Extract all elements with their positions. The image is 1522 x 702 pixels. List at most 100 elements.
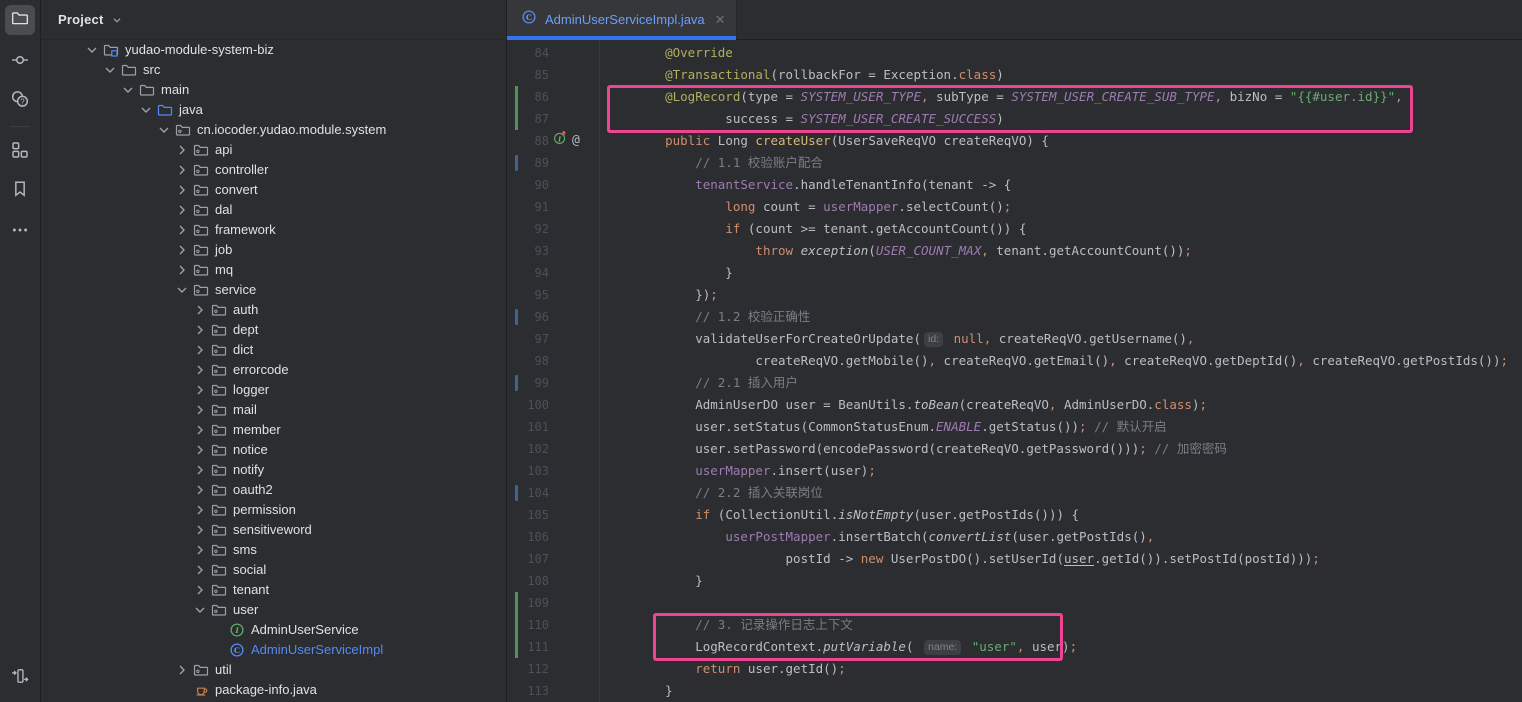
code-line-88[interactable]: 88I@ public Long createUser(UserSaveReqV… [507,130,1522,152]
chevron-right-icon[interactable] [192,442,208,458]
chevron-right-icon[interactable] [192,522,208,538]
line-number[interactable]: 113 [507,680,549,702]
tree-item-mail[interactable]: mail [41,400,506,420]
tree-item-logger[interactable]: logger [41,380,506,400]
implementing-method-icon[interactable]: I [553,130,568,152]
code-line-102[interactable]: 102 user.setPassword(encodePassword(crea… [507,438,1522,460]
code-line-89[interactable]: 89 // 1.1 校验账户配合 [507,152,1522,174]
chevron-right-icon[interactable] [192,302,208,318]
chevron-right-icon[interactable] [174,202,190,218]
line-number[interactable]: 108 [507,570,549,592]
code-line-97[interactable]: 97 validateUserForCreateOrUpdate(id: nul… [507,328,1522,350]
tree-item-social[interactable]: social [41,560,506,580]
line-number[interactable]: 102 [507,438,549,460]
tree-item-adminuserservice[interactable]: IAdminUserService [41,620,506,640]
chevron-down-icon[interactable] [120,82,136,98]
structure-tool-button[interactable] [5,137,35,167]
chevron-right-icon[interactable] [192,362,208,378]
tree-item-mq[interactable]: mq [41,260,506,280]
code-line-96[interactable]: 96 // 1.2 校验正确性 [507,306,1522,328]
line-number[interactable]: 90 [507,174,549,196]
chevron-right-icon[interactable] [192,402,208,418]
code-line-90[interactable]: 90 tenantService.handleTenantInfo(tenant… [507,174,1522,196]
tree-item-util[interactable]: util [41,660,506,680]
line-number[interactable]: 99 [507,372,549,394]
code-line-87[interactable]: 87 success = SYSTEM_USER_CREATE_SUCCESS) [507,108,1522,130]
project-tool-button[interactable] [5,5,35,35]
annotation-gutter-icon[interactable]: @ [572,130,580,152]
code-line-92[interactable]: 92 if (count >= tenant.getAccountCount()… [507,218,1522,240]
tree-item-notify[interactable]: notify [41,460,506,480]
bookmarks-tool-button[interactable] [5,176,35,206]
line-number[interactable]: 88 [507,130,549,152]
chevron-right-icon[interactable] [192,462,208,478]
tree-item-cn-iocoder-yudao-module-system[interactable]: cn.iocoder.yudao.module.system [41,120,506,140]
line-number[interactable]: 94 [507,262,549,284]
line-number[interactable]: 92 [507,218,549,240]
tree-item-src[interactable]: src [41,60,506,80]
line-number[interactable]: 109 [507,592,549,614]
tree-item-dept[interactable]: dept [41,320,506,340]
code-line-94[interactable]: 94 } [507,262,1522,284]
chevron-right-icon[interactable] [174,162,190,178]
line-number[interactable]: 93 [507,240,549,262]
code-line-93[interactable]: 93 throw exception(USER_COUNT_MAX, tenan… [507,240,1522,262]
tree-item-oauth2[interactable]: oauth2 [41,480,506,500]
code-line-108[interactable]: 108 } [507,570,1522,592]
tree-item-adminuserserviceimpl[interactable]: CAdminUserServiceImpl [41,640,506,660]
tree-item-service[interactable]: service [41,280,506,300]
close-icon[interactable]: ✕ [715,13,726,26]
tree-item-framework[interactable]: framework [41,220,506,240]
code-line-86[interactable]: 86 @LogRecord(type = SYSTEM_USER_TYPE, s… [507,86,1522,108]
chevron-down-icon[interactable] [192,602,208,618]
chevron-right-icon[interactable] [192,542,208,558]
code-line-111[interactable]: 111 LogRecordContext.putVariable( name: … [507,636,1522,658]
code-line-109[interactable]: 109 [507,592,1522,614]
line-number[interactable]: 97 [507,328,549,350]
tree-item-member[interactable]: member [41,420,506,440]
pull-requests-tool-button[interactable]: ? [5,86,35,116]
tree-item-yudao-module-system-biz[interactable]: yudao-module-system-biz [41,40,506,60]
code-line-112[interactable]: 112 return user.getId(); [507,658,1522,680]
code-line-106[interactable]: 106 userPostMapper.insertBatch(convertLi… [507,526,1522,548]
chevron-down-icon[interactable] [138,102,154,118]
code-line-105[interactable]: 105 if (CollectionUtil.isNotEmpty(user.g… [507,504,1522,526]
chevron-right-icon[interactable] [192,322,208,338]
line-number[interactable]: 106 [507,526,549,548]
tree-item-java[interactable]: java [41,100,506,120]
line-number[interactable]: 111 [507,636,549,658]
code-line-113[interactable]: 113 } [507,680,1522,702]
chevron-down-icon[interactable] [102,62,118,78]
tree-item-sms[interactable]: sms [41,540,506,560]
code-line-104[interactable]: 104 // 2.2 插入关联岗位 [507,482,1522,504]
tree-item-user[interactable]: user [41,600,506,620]
tree-item-main[interactable]: main [41,80,506,100]
project-panel-header[interactable]: Project [41,0,506,40]
chevron-right-icon[interactable] [192,422,208,438]
line-number[interactable]: 104 [507,482,549,504]
tree-item-controller[interactable]: controller [41,160,506,180]
chevron-right-icon[interactable] [174,242,190,258]
tab-adminuserserviceimpl-java[interactable]: C AdminUserServiceImpl.java ✕ [507,0,737,39]
chevron-right-icon[interactable] [174,142,190,158]
line-number[interactable]: 96 [507,306,549,328]
code-line-107[interactable]: 107 postId -> new UserPostDO().setUserId… [507,548,1522,570]
code-line-103[interactable]: 103 userMapper.insert(user); [507,460,1522,482]
code-line-91[interactable]: 91 long count = userMapper.selectCount()… [507,196,1522,218]
commit-tool-button[interactable] [5,47,35,77]
window-layout-button[interactable] [5,663,35,693]
code-line-101[interactable]: 101 user.setStatus(CommonStatusEnum.ENAB… [507,416,1522,438]
chevron-right-icon[interactable] [192,582,208,598]
line-number[interactable]: 100 [507,394,549,416]
chevron-right-icon[interactable] [192,342,208,358]
code-line-84[interactable]: 84 @Override [507,42,1522,64]
tree-item-tenant[interactable]: tenant [41,580,506,600]
tree-item-dict[interactable]: dict [41,340,506,360]
line-number[interactable]: 87 [507,108,549,130]
tree-item-errorcode[interactable]: errorcode [41,360,506,380]
chevron-down-icon[interactable] [174,282,190,298]
line-number[interactable]: 112 [507,658,549,680]
code-line-100[interactable]: 100 AdminUserDO user = BeanUtils.toBean(… [507,394,1522,416]
code-editor[interactable]: 84 @Override85 @Transactional(rollbackFo… [507,40,1522,702]
chevron-right-icon[interactable] [192,502,208,518]
